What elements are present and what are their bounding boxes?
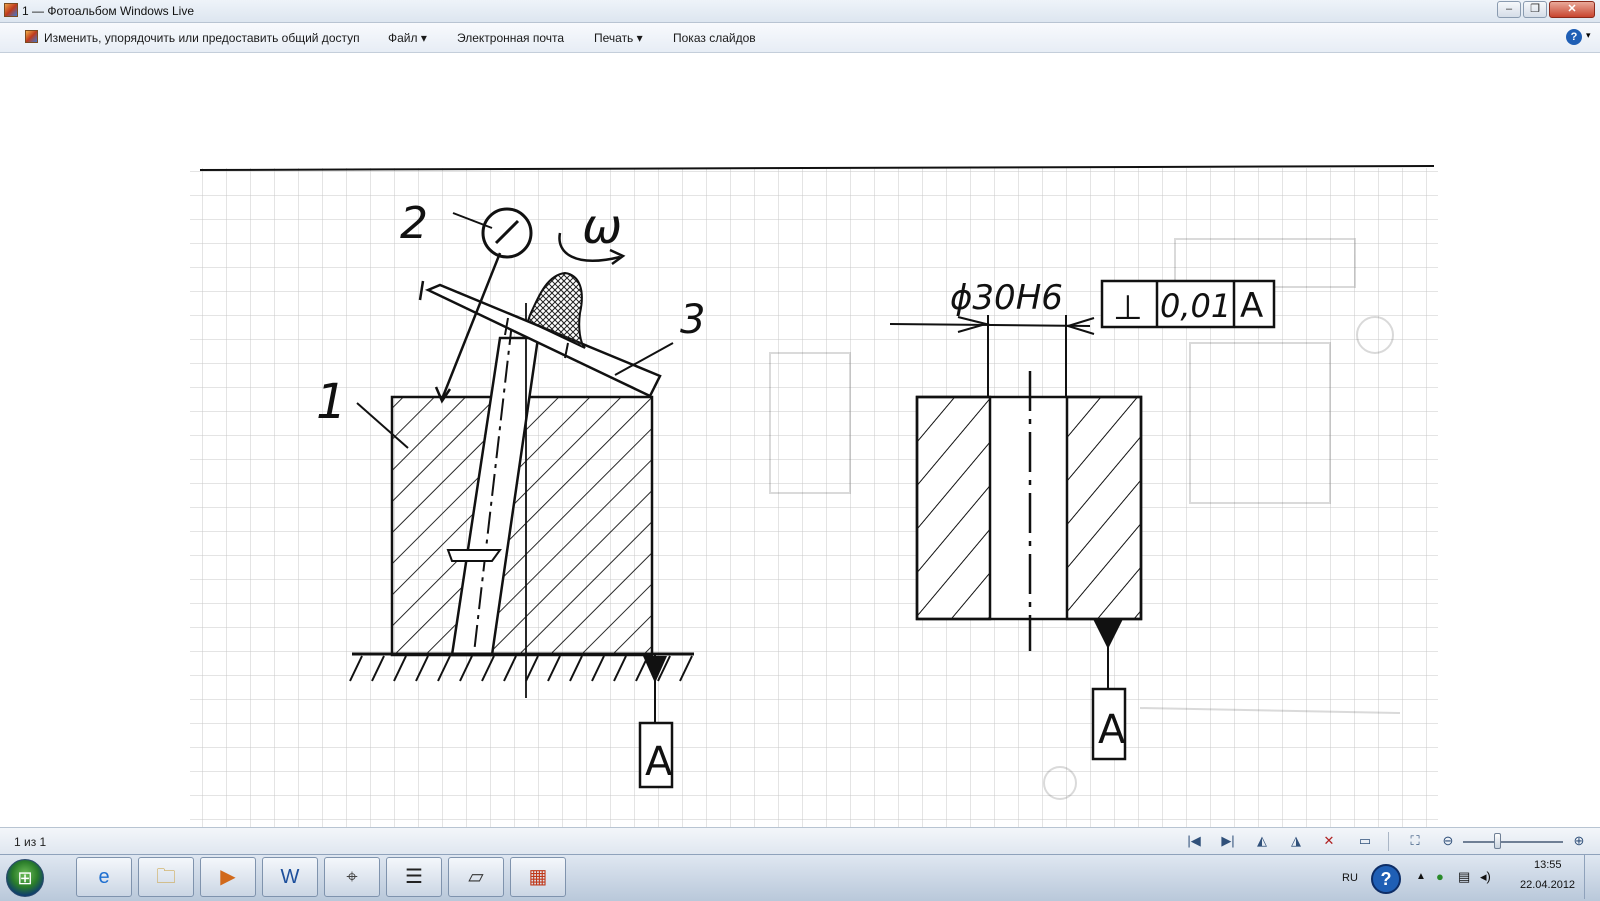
dimension-label: ϕ30H6 bbox=[950, 278, 1063, 318]
menu-bar: Изменить, упорядочить или предоставить о… bbox=[0, 23, 1600, 53]
label-3: 3 bbox=[680, 297, 705, 343]
tray-app-icon[interactable]: ● bbox=[1436, 869, 1444, 884]
tolerance-symbol: ⊥ bbox=[1113, 288, 1143, 328]
page-count: 1 из 1 bbox=[14, 835, 47, 849]
rotate-left-icon[interactable]: ◭ bbox=[1251, 831, 1273, 851]
zoom-in-icon[interactable]: ⊕ bbox=[1568, 831, 1590, 851]
taskbar-word-button[interactable]: W bbox=[262, 857, 318, 897]
minimize-button[interactable]: ‒ bbox=[1497, 1, 1521, 18]
edit-organize-icon bbox=[25, 30, 38, 43]
menu-email[interactable]: Электронная почта bbox=[457, 31, 564, 45]
start-button[interactable]: ⊞ bbox=[6, 859, 44, 897]
language-indicator[interactable]: RU bbox=[1342, 872, 1358, 884]
bushing-wall-left bbox=[915, 395, 992, 621]
clock-date[interactable]: 22.04.2012 bbox=[1520, 879, 1575, 891]
taskbar-photo-gallery-button[interactable]: ▦ bbox=[510, 857, 566, 897]
slideshow-icon[interactable]: ▭ bbox=[1354, 831, 1376, 851]
tolerance-value: 0,01 bbox=[1160, 287, 1231, 325]
maximize-button[interactable]: ❐ bbox=[1523, 1, 1547, 18]
tray-expand-icon[interactable]: ▲ bbox=[1416, 871, 1426, 882]
help-tray-icon[interactable]: ? bbox=[1371, 864, 1401, 894]
clock-time[interactable]: 13:55 bbox=[1534, 859, 1562, 871]
next-image-icon[interactable]: ▶| bbox=[1217, 831, 1239, 851]
first-image-icon[interactable]: |◀ bbox=[1183, 831, 1205, 851]
drill-point bbox=[446, 549, 502, 562]
taskbar-compass-button[interactable]: ⌖ bbox=[324, 857, 380, 897]
label-2: 2 bbox=[400, 198, 428, 249]
datum-label-right: A bbox=[1098, 707, 1126, 753]
show-desktop-button[interactable] bbox=[1584, 855, 1599, 899]
zoom-slider[interactable] bbox=[1463, 841, 1563, 843]
fit-to-window-icon[interactable]: ⛶ bbox=[1404, 831, 1426, 851]
taskbar-archive-button[interactable]: ☰ bbox=[386, 857, 442, 897]
close-button[interactable]: ✕ bbox=[1549, 1, 1595, 18]
help-button[interactable]: ? bbox=[1566, 29, 1582, 45]
taskbar: ⊞ e 🗀 ▶ W ⌖ ☰ ▱ ▦ RU ? ▲ ● ▤ ◂) 13:55 22.04.201… bbox=[0, 854, 1600, 901]
photo-gallery-icon bbox=[4, 3, 18, 17]
bushing-wall-right bbox=[1065, 395, 1143, 621]
statusbar-separator bbox=[1388, 832, 1389, 851]
label-1: 1 bbox=[316, 374, 347, 430]
help-dropdown-icon[interactable]: ▾ bbox=[1586, 30, 1591, 41]
zoom-out-icon[interactable]: ⊖ bbox=[1437, 831, 1459, 851]
delete-icon[interactable]: ✕ bbox=[1318, 831, 1340, 851]
taskbar-ie-button[interactable]: e bbox=[76, 857, 132, 897]
menu-slideshow[interactable]: Показ слайдов bbox=[673, 31, 756, 45]
menu-edit-organize-share[interactable]: Изменить, упорядочить или предоставить о… bbox=[44, 31, 360, 45]
status-bar: 1 из 1 |◀ ▶| ◭ ◮ ✕ ▭ ⛶ ⊖ ⊕ bbox=[0, 827, 1600, 855]
menu-print[interactable]: Печать ▾ bbox=[594, 31, 643, 45]
scanned-drawing: 1 2 3 ω A ϕ30H6 ⊥ 0,01 A A bbox=[190, 165, 1438, 828]
omega-label: ω bbox=[582, 199, 622, 255]
taskbar-explorer-button[interactable]: 🗀 bbox=[138, 857, 194, 897]
volume-icon[interactable]: ◂) bbox=[1480, 869, 1491, 885]
image-viewer: 1 2 3 ω A ϕ30H6 ⊥ 0,01 A A bbox=[0, 53, 1600, 828]
window-title: 1 — Фотоальбом Windows Live bbox=[22, 4, 194, 18]
zoom-slider-thumb[interactable] bbox=[1494, 833, 1501, 849]
menu-file[interactable]: Файл ▾ bbox=[388, 31, 427, 45]
tolerance-datum: A bbox=[1240, 286, 1263, 326]
title-bar: 1 — Фотоальбом Windows Live ‒ ❐ ✕ bbox=[0, 0, 1600, 23]
grid-paper bbox=[190, 168, 1438, 828]
rotate-right-icon[interactable]: ◮ bbox=[1285, 831, 1307, 851]
network-icon[interactable]: ▤ bbox=[1458, 869, 1470, 885]
taskbar-scanner-button[interactable]: ▱ bbox=[448, 857, 504, 897]
datum-label-left: A bbox=[645, 739, 673, 785]
taskbar-media-player-button[interactable]: ▶ bbox=[200, 857, 256, 897]
